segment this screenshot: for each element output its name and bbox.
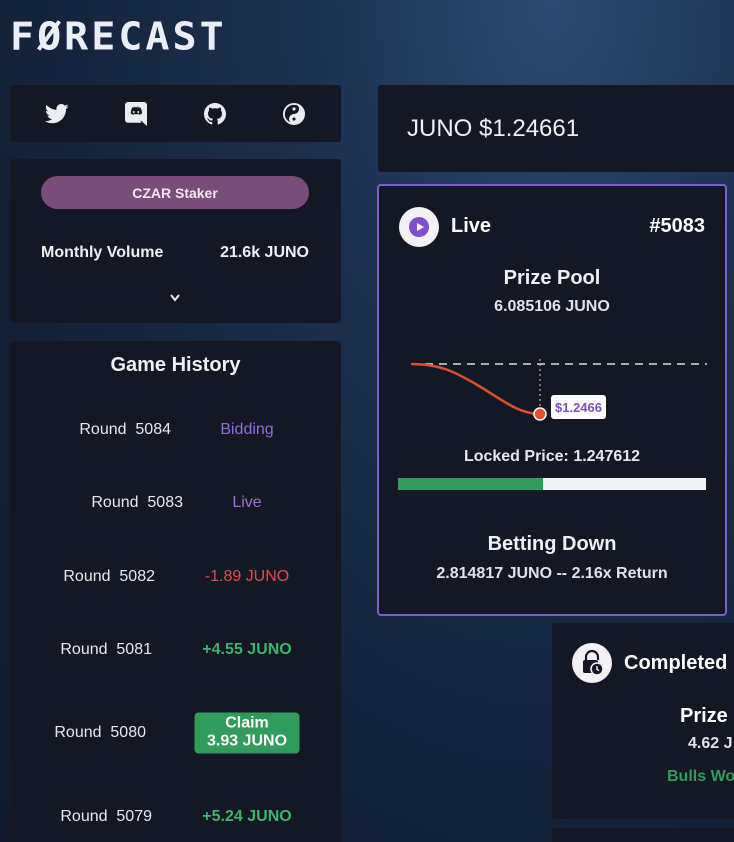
round-label: Round 5084	[79, 421, 171, 438]
round-label: Round 5081	[60, 641, 152, 658]
round-label: Round 5083	[91, 494, 183, 511]
next-round-card	[552, 828, 734, 842]
game-history-title: Game History	[110, 354, 241, 376]
price-line	[410, 362, 541, 416]
lock-clock-icon	[572, 643, 612, 683]
github-icon[interactable]	[203, 102, 227, 126]
round-status: Live	[232, 494, 262, 511]
current-price-tag: $1.2466	[555, 400, 602, 415]
round-result: Bulls Wo	[667, 768, 734, 785]
claim-button[interactable]: Claim 3.93 JUNO	[194, 712, 300, 754]
history-row[interactable]: Round 5080 Claim 3.93 JUNO	[0, 712, 316, 754]
round-status: +5.24 JUNO	[202, 808, 292, 825]
live-round-card: Live #5083 Prize Pool 6.085106 JUNO $1.2…	[377, 184, 727, 616]
round-label: Round 5079	[60, 808, 152, 825]
round-status-label: Live	[451, 215, 492, 237]
round-status: -1.89 JUNO	[204, 568, 290, 585]
bet-direction-title: Betting Down	[487, 533, 617, 555]
social-links-bar	[10, 85, 341, 142]
twitter-icon[interactable]	[45, 102, 69, 126]
live-play-icon[interactable]	[399, 207, 439, 247]
monthly-volume-label: Monthly Volume	[41, 244, 164, 261]
history-row[interactable]: Round 5084 Bidding	[10, 410, 341, 450]
current-price-dot	[533, 407, 547, 421]
price-ticker: JUNO $1.24661	[378, 85, 734, 172]
prize-pool-value: 4.62 J	[688, 735, 733, 752]
prize-pool-value: 6.085106 JUNO	[494, 298, 610, 315]
bet-ratio-up-fill	[398, 478, 543, 490]
round-label: Round 5082	[63, 568, 155, 585]
staker-badge: CZAR Staker	[41, 176, 309, 209]
bet-ratio-bar	[398, 478, 706, 490]
staker-panel: CZAR Staker Monthly Volume 21.6k JUNO	[10, 159, 341, 323]
history-row[interactable]: Round 5079 +5.24 JUNO	[0, 797, 322, 837]
forecast-logo[interactable]: FØRECAST	[10, 15, 227, 59]
round-number: #5083	[649, 215, 705, 237]
price-chart: $1.2466	[410, 359, 707, 421]
prize-pool-title: Prize Pool	[503, 267, 601, 289]
completed-round-card: Completed Prize 4.62 J Bulls Wo	[552, 623, 734, 819]
yin-yang-icon[interactable]	[282, 102, 306, 126]
round-label: Round 5080	[54, 724, 146, 741]
history-row[interactable]: Round 5083 Live	[22, 483, 353, 523]
round-status: +4.55 JUNO	[202, 641, 292, 658]
locked-price-label: Locked Price: 1.247612	[463, 448, 641, 465]
prize-pool-title: Prize	[680, 705, 728, 727]
discord-icon[interactable]	[124, 101, 148, 126]
chevron-down-icon[interactable]	[168, 292, 182, 304]
monthly-volume-value: 21.6k JUNO	[220, 244, 309, 261]
history-row[interactable]: Round 5082 -1.89 JUNO	[0, 557, 325, 597]
game-history-panel: Game History Round 5084 Bidding Round 50…	[10, 341, 341, 842]
history-row[interactable]: Round 5081 +4.55 JUNO	[0, 630, 322, 670]
juno-price: JUNO $1.24661	[407, 115, 580, 142]
round-status-label: Completed	[624, 652, 728, 674]
round-status: Bidding	[220, 421, 274, 438]
bet-detail: 2.814817 JUNO -- 2.16x Return	[436, 565, 668, 582]
